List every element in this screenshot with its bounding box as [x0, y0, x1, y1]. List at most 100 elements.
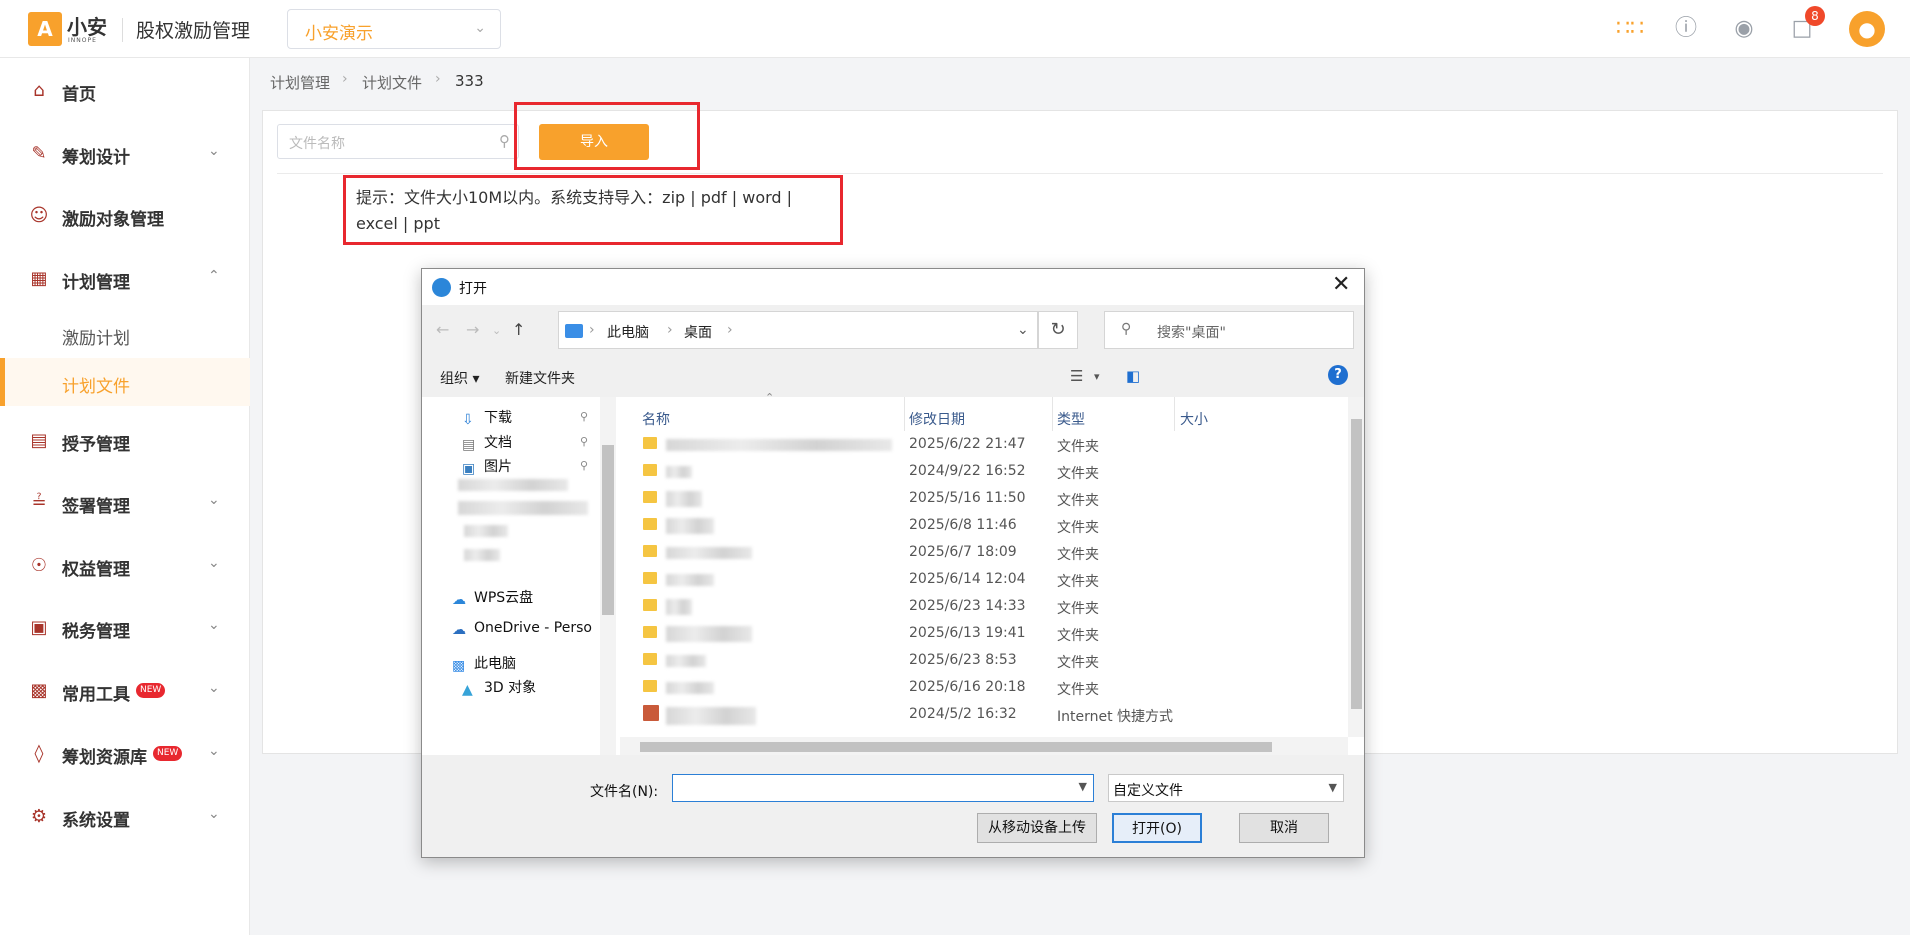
address-bar[interactable]: › 此电脑 › 桌面 › ⌄	[558, 311, 1038, 349]
blurred-file-name	[666, 599, 692, 615]
folder-icon	[643, 626, 657, 638]
tree-item-pictures[interactable]: ▣ 图片	[462, 456, 512, 477]
breadcrumb-item[interactable]: 计划管理	[270, 72, 330, 93]
dialog-search-input[interactable]: ⚲ 搜索"桌面"	[1104, 311, 1354, 349]
chevron-down-icon: ⌄	[208, 743, 220, 759]
sidebar-item-resource-library[interactable]: ◊ 筹划资源库 NEW ⌄	[0, 729, 250, 779]
sidebar-item-plan-management[interactable]: ▦ 计划管理 ⌃	[0, 254, 250, 304]
new-folder-button[interactable]: 新建文件夹	[505, 368, 575, 388]
chevron-down-icon[interactable]: ⌄	[1017, 322, 1029, 338]
chevron-up-icon: ⌃	[208, 268, 220, 284]
tree-item-3d-objects[interactable]: ▲ 3D 对象	[462, 677, 536, 698]
dialog-title: 打开	[459, 281, 487, 297]
sidebar-item-label: 系统设置	[62, 811, 130, 831]
file-row[interactable]: 2025/6/13 19:41 文件夹	[620, 620, 1340, 647]
file-name-label: 文件名(N):	[590, 784, 659, 800]
breadcrumb-current: 333	[455, 72, 484, 90]
preview-pane-icon[interactable]: ◧	[1126, 367, 1140, 385]
tree-scrollbar-thumb[interactable]	[602, 445, 614, 615]
sidebar-item-incentive-targets[interactable]: ☺ 激励对象管理	[0, 191, 250, 241]
pin-icon: ⚲	[580, 435, 589, 448]
file-name-search-input[interactable]: 文件名称 ⚲	[277, 124, 519, 159]
address-segment[interactable]: 桌面	[684, 322, 712, 342]
pin-icon: ⚲	[580, 410, 589, 423]
file-row[interactable]: 2025/6/16 20:18 文件夹	[620, 674, 1340, 701]
sidebar-item-tools[interactable]: ▩ 常用工具 NEW ⌄	[0, 666, 250, 716]
file-type-select[interactable]: 自定义文件 ▼	[1108, 774, 1344, 802]
logo-divider	[122, 18, 123, 42]
column-header-date[interactable]: 修改日期	[909, 409, 965, 429]
open-button[interactable]: 打开(O)	[1112, 813, 1202, 843]
upload-from-mobile-button[interactable]: 从移动设备上传	[977, 813, 1097, 843]
horizontal-scrollbar-thumb[interactable]	[640, 742, 1272, 752]
sidebar-item-plan-design[interactable]: ✎ 筹划设计 ⌄	[0, 129, 250, 179]
sidebar-item-settings[interactable]: ⚙ 系统设置 ⌄	[0, 792, 250, 842]
folder-icon	[643, 680, 657, 692]
up-arrow-icon[interactable]: ↑	[512, 320, 525, 339]
column-header-name[interactable]: 名称	[642, 409, 670, 429]
file-row[interactable]: 2024/5/2 16:32 Internet 快捷方式	[620, 701, 1340, 728]
sidebar-item-label: 授予管理	[62, 435, 130, 455]
sidebar-item-home[interactable]: ⌂ 首页	[0, 66, 250, 116]
tree-item-downloads[interactable]: ⇩ 下载	[462, 407, 512, 428]
view-list-icon[interactable]: ☰	[1070, 367, 1083, 385]
close-icon[interactable]: ✕	[1332, 272, 1350, 297]
cancel-button[interactable]: 取消	[1239, 813, 1329, 843]
top-header: A 小安 INNOPE 股权激励管理 小安演示 ⌄ ∷∷ ⓘ ◉ □ 8 ●	[0, 0, 1910, 58]
file-row[interactable]: 2025/6/22 21:47 文件夹	[620, 431, 1340, 458]
tree-item-wps-cloud[interactable]: ☁ WPS云盘	[452, 587, 533, 608]
file-row[interactable]: 2024/9/22 16:52 文件夹	[620, 458, 1340, 485]
breadcrumb-item[interactable]: 计划文件	[362, 72, 422, 93]
document-icon: ▤	[462, 437, 476, 453]
sidebar-item-tax[interactable]: ▣ 税务管理 ⌄	[0, 603, 250, 653]
toolbox-icon: ▩	[30, 680, 48, 701]
avatar[interactable]: ●	[1849, 11, 1885, 47]
tree-item-onedrive[interactable]: ☁ OneDrive - Perso	[452, 620, 600, 636]
blurred-tree-item	[464, 549, 500, 561]
sidebar-item-signing[interactable]: ≟ 签署管理 ⌄	[0, 478, 250, 528]
cloud-icon: ☁	[452, 622, 466, 636]
view-dropdown-icon[interactable]: ▾	[1094, 370, 1100, 383]
file-date: 2025/6/13 19:41	[909, 625, 1026, 641]
tree-item-documents[interactable]: ▤ 文档	[462, 432, 512, 453]
file-list-scrollbar-thumb[interactable]	[1351, 419, 1362, 709]
file-type: 文件夹	[1057, 493, 1099, 509]
refresh-icon[interactable]: ↻	[1038, 311, 1078, 349]
file-name-input[interactable]: ▼	[672, 774, 1094, 802]
tree-item-this-pc[interactable]: ▩ 此电脑	[452, 653, 516, 674]
chevron-down-icon[interactable]: ▼	[1079, 780, 1087, 793]
back-arrow-icon[interactable]: ←	[436, 320, 449, 339]
blurred-file-name	[666, 466, 692, 478]
address-segment[interactable]: 此电脑	[607, 322, 649, 342]
file-row[interactable]: 2025/6/7 18:09 文件夹	[620, 539, 1340, 566]
pin-icon: ⚲	[580, 459, 589, 472]
column-header-size[interactable]: 大小	[1180, 409, 1208, 429]
picture-icon: ▣	[462, 461, 476, 477]
file-type: 文件夹	[1057, 439, 1099, 455]
help-icon[interactable]: ?	[1328, 365, 1348, 385]
dialog-titlebar: 打开 ✕	[422, 269, 1364, 305]
chevron-down-icon: ⌄	[474, 20, 486, 36]
column-header-type[interactable]: 类型	[1057, 409, 1085, 429]
sidebar-item-equity[interactable]: ☉ 权益管理 ⌄	[0, 541, 250, 591]
customer-service-icon[interactable]: ◉	[1729, 14, 1759, 44]
recent-dropdown-icon[interactable]: ⌄	[492, 324, 501, 337]
file-row[interactable]: 2025/5/16 11:50 文件夹	[620, 485, 1340, 512]
file-row[interactable]: 2025/6/8 11:46 文件夹	[620, 512, 1340, 539]
company-select[interactable]: 小安演示 ⌄	[287, 9, 501, 49]
computer-icon	[565, 324, 583, 338]
sidebar-item-grant[interactable]: ▤ 授予管理	[0, 416, 250, 466]
forward-arrow-icon[interactable]: →	[466, 320, 479, 339]
file-row[interactable]: 2025/6/23 14:33 文件夹	[620, 593, 1340, 620]
chevron-down-icon: ▼	[1328, 781, 1337, 794]
users-icon: ☺	[29, 205, 49, 226]
chevron-right-icon: ›	[342, 71, 348, 87]
apps-grid-icon[interactable]: ∷∷	[1615, 14, 1645, 44]
sidebar-item-label: 首页	[62, 85, 96, 105]
organize-button[interactable]: 组织 ▾	[440, 368, 479, 388]
file-row[interactable]: 2025/6/23 8:53 文件夹	[620, 647, 1340, 674]
sidebar-subitem-plan-files[interactable]: 计划文件	[0, 358, 250, 406]
sidebar-subitem-incentive-plan[interactable]: 激励计划	[0, 310, 250, 358]
help-icon[interactable]: ⓘ	[1671, 14, 1701, 44]
file-row[interactable]: 2025/6/14 12:04 文件夹	[620, 566, 1340, 593]
